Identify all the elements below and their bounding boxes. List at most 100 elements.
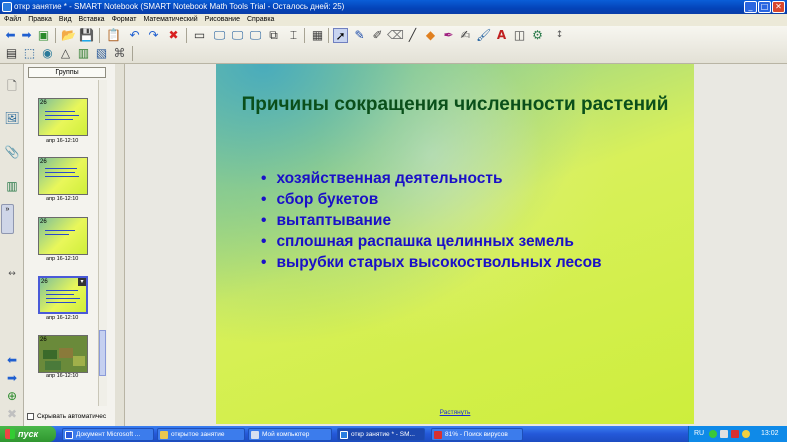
paste-icon[interactable]: 📋 [106, 28, 121, 43]
creative-pen-icon[interactable]: ✐ [370, 28, 385, 43]
text-icon[interactable]: A [494, 28, 509, 43]
graph-icon[interactable]: ▧ [94, 46, 109, 61]
delete-icon[interactable]: ✖ [166, 28, 181, 43]
pen-icon[interactable]: ✎ [352, 28, 367, 43]
bullet-item: хозяйственная деятельность [261, 168, 602, 189]
thumb-page-number: 26 [41, 279, 48, 285]
menu-math[interactable]: Математический [143, 14, 197, 26]
toolbar-move-icon[interactable]: ↕ [552, 28, 567, 43]
task-smart-notebook[interactable]: откр занятие * - SM... [337, 428, 425, 441]
gallery-tab-icon[interactable]: 🖼 [3, 108, 21, 128]
page-sorter-icon[interactable]: 🗋 [3, 76, 21, 96]
dual-page-icon[interactable]: ▤ [4, 46, 19, 61]
page-thumbnail[interactable]: 26 [38, 157, 88, 195]
slide-title: Причины сокращения численности растений [241, 94, 669, 115]
notebook-icon [340, 431, 348, 439]
open-folder-icon[interactable]: 📂 [61, 28, 76, 43]
resize-arrows-icon[interactable]: ↔ [3, 264, 21, 284]
task-open-lesson[interactable]: открытое занятие [157, 428, 245, 441]
screen-capture-icon[interactable]: ⬚ [22, 46, 37, 61]
forward-arrow-icon[interactable]: ➡ [19, 28, 34, 43]
line-icon[interactable]: ╱ [405, 28, 420, 43]
menu-file[interactable]: Файл [4, 14, 21, 26]
properties-tab-icon[interactable]: ▥ [3, 176, 21, 196]
properties-icon[interactable]: ⚙ [530, 28, 545, 43]
sidebar-back-arrow-icon[interactable]: ⬅ [3, 350, 21, 370]
page-thumbnail[interactable]: 26 [38, 335, 88, 373]
menu-insert[interactable]: Вставка [79, 14, 105, 26]
fill-icon[interactable]: 🖌 [476, 28, 491, 43]
capture-icon[interactable]: ⧉ [266, 28, 281, 43]
slide-page[interactable]: Причины сокращения численности растений … [216, 64, 694, 424]
language-indicator[interactable]: RU [694, 426, 704, 442]
tray-app-icon[interactable] [720, 430, 728, 438]
side-tab-strip: 🗋 🖼 📎 ▥ ↔ ⬅ ➡ ⊕ ✖ [0, 64, 24, 426]
task-antivirus[interactable]: 81% - Поиск вирусов [431, 428, 523, 441]
autohide-checkbox-box[interactable] [27, 413, 34, 420]
thumb-menu-icon[interactable]: ▾ [78, 278, 86, 286]
bullet-item: сбор букетов [261, 189, 602, 210]
display-icon[interactable]: 🖵 [230, 28, 245, 43]
bullet-item: вырубки старых высокоствольных лесов [261, 252, 601, 273]
menu-draw[interactable]: Рисование [205, 14, 240, 26]
autohide-checkbox[interactable]: Скрывать автоматичес [27, 413, 106, 420]
measurement-tools-icon[interactable]: △ [58, 46, 73, 61]
math-tools-icon[interactable]: ▥ [76, 46, 91, 61]
text-recognition-icon[interactable]: ◫ [512, 28, 527, 43]
minimize-button[interactable]: _ [744, 1, 757, 13]
sidebar-delete-page-icon[interactable]: ✖ [3, 404, 21, 424]
eraser-icon[interactable]: ⌫ [387, 28, 404, 43]
folder-icon [160, 431, 168, 439]
magic-pen-icon[interactable]: ✒ [441, 28, 456, 43]
lesson-tools-icon[interactable]: ⌘ [112, 46, 127, 61]
task-my-computer[interactable]: Мой компьютер [248, 428, 332, 441]
menu-edit[interactable]: Правка [28, 14, 52, 26]
select-pointer-icon[interactable]: ➚ [333, 28, 348, 43]
screen-shade-icon[interactable]: ▭ [192, 28, 207, 43]
task-label: Документ Microsoft ... [76, 431, 141, 438]
sorter-scroll-thumb[interactable] [99, 330, 106, 376]
bullet-list: хозяйственная деятельность сбор букетов … [261, 168, 602, 273]
groups-button[interactable]: Группы [28, 67, 106, 78]
full-screen-icon[interactable]: 🖵 [212, 28, 227, 43]
toolbar: ⬅ ➡ ▣ 📂 💾 📋 ↶ ↷ ✖ ▭ 🖵 🖵 🖵 ⧉ ⌶ ▦ ➚ ✎ ✐ ⌫ … [0, 26, 787, 64]
page-thumbnail[interactable]: 26 [38, 217, 88, 255]
sidebar-add-page-icon[interactable]: ⊕ [3, 386, 21, 406]
redo-icon[interactable]: ↷ [146, 28, 161, 43]
word-icon [65, 431, 73, 439]
menu-help[interactable]: Справка [247, 14, 274, 26]
thumb-page-number: 26 [40, 219, 47, 225]
document-camera-icon[interactable]: ⌶ [286, 28, 301, 43]
close-button[interactable]: ✕ [772, 1, 785, 13]
page-thumbnail-selected[interactable]: 26 ▾ [38, 276, 88, 314]
undo-icon[interactable]: ↶ [127, 28, 142, 43]
sidebar-forward-arrow-icon[interactable]: ➡ [3, 368, 21, 388]
system-tray: RU 13:02 [688, 426, 787, 442]
task-label: 81% - Поиск вирусов [445, 431, 508, 438]
maximize-button[interactable]: □ [758, 1, 771, 13]
antivirus-tray-icon[interactable] [731, 430, 739, 438]
menu-format[interactable]: Формат [112, 14, 137, 26]
canvas-left-scrollbar[interactable] [115, 64, 125, 426]
volume-icon[interactable] [742, 430, 750, 438]
gallery-icon[interactable]: ◉ [40, 46, 55, 61]
collapse-tab[interactable]: » [1, 204, 14, 234]
shapes-icon[interactable]: ◆ [423, 28, 438, 43]
page-thumbnail[interactable]: 26 [38, 98, 88, 136]
task-label: открытое занятие [171, 431, 225, 438]
autohide-label: Скрывать автоматичес [37, 413, 107, 420]
add-page-icon[interactable]: ▣ [36, 28, 51, 43]
back-arrow-icon[interactable]: ⬅ [3, 28, 18, 43]
save-icon[interactable]: 💾 [79, 28, 94, 43]
thumb-label: апр 16-12:10 [46, 373, 79, 379]
attachments-paperclip-icon[interactable]: 📎 [3, 142, 21, 162]
dual-display-icon[interactable]: 🖵 [248, 28, 263, 43]
task-word-document[interactable]: Документ Microsoft ... [62, 428, 154, 441]
menu-view[interactable]: Вид [59, 14, 72, 26]
stretch-link[interactable]: Растянуть [216, 409, 694, 416]
windows-logo-icon [5, 429, 15, 439]
table-icon[interactable]: ▦ [310, 28, 325, 43]
network-icon[interactable] [709, 430, 717, 438]
shape-recognition-pen-icon[interactable]: ✍ [458, 28, 473, 43]
clock[interactable]: 13:02 [761, 426, 779, 442]
